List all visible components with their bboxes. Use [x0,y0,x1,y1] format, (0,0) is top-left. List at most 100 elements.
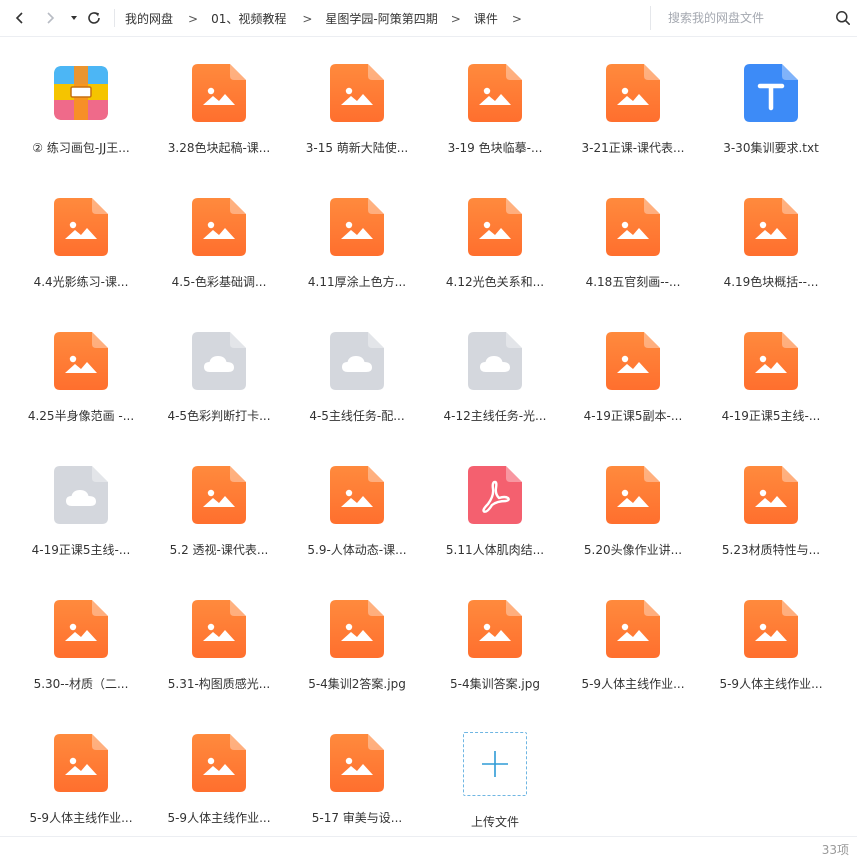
file-tile[interactable]: 5-9人体主线作业... [702,584,840,712]
file-tile[interactable]: 3-15 萌新大陆使... [288,48,426,176]
file-icon [54,734,108,792]
file-tile[interactable]: 5.20头像作业讲... [564,450,702,578]
upload-tile[interactable]: 上传文件 [426,718,564,846]
file-tile[interactable]: 5.9-人体动态-课... [288,450,426,578]
file-name: 5-17 审美与设... [311,811,403,825]
breadcrumb-courseware[interactable]: 课件 [474,10,498,27]
file-tile[interactable]: 4.25半身像范画 -... [12,316,150,444]
file-icon [330,734,384,792]
file-tile[interactable]: 5-17 审美与设... [288,718,426,846]
upload-button[interactable] [463,732,527,796]
status-bar: 33项 [0,836,857,861]
file-tile[interactable]: 3-30集训要求.txt [702,48,840,176]
file-icon [468,198,522,256]
image-icon [192,64,246,122]
file-tile[interactable]: 3.28色块起稿-课... [150,48,288,176]
file-name: 4-19正课5主线-... [721,409,821,423]
file-name: 4.5-色彩基础调... [171,275,267,289]
image-icon [744,198,798,256]
file-tile[interactable]: 4.4光影练习-课... [12,182,150,310]
file-tile[interactable]: 5.30--材质（二... [12,584,150,712]
file-tile[interactable]: 5.11人体肌肉结... [426,450,564,578]
file-name: 4.11厚涂上色方... [307,275,407,289]
image-icon [744,466,798,524]
file-tile[interactable]: 4.18五官刻画--... [564,182,702,310]
file-tile[interactable]: 5-9人体主线作业... [12,718,150,846]
forward-button[interactable] [39,7,61,29]
file-tile[interactable]: 4-12主线任务-光... [426,316,564,444]
file-tile[interactable]: 4-5主线任务-配... [288,316,426,444]
file-name: 3-15 萌新大陆使... [305,141,409,155]
breadcrumb-my-drive[interactable]: 我的网盘 [125,10,173,27]
file-tile[interactable]: 5.31-构图质感光... [150,584,288,712]
file-tile[interactable]: 5-4集训答案.jpg [426,584,564,712]
image-icon [744,600,798,658]
file-tile[interactable]: 5.23材质特性与... [702,450,840,578]
breadcrumb-video-tutorials[interactable]: 01、视频教程 [211,10,286,27]
file-icon [468,64,522,122]
file-icon [192,198,246,256]
file-icon [330,466,384,524]
caret-down-icon [71,16,77,20]
file-name: 4.12光色关系和... [445,275,545,289]
file-icon [330,64,384,122]
file-tile[interactable]: 4.19色块概括--... [702,182,840,310]
file-icon [54,64,108,122]
plus-icon [482,751,508,777]
image-icon [468,64,522,122]
file-name: 5-9人体主线作业... [719,677,823,691]
file-icon [744,332,798,390]
file-tile[interactable]: 5.2 透视-课代表... [150,450,288,578]
pdf-icon [468,466,522,524]
file-name: 4.18五官刻画--... [585,275,681,289]
image-icon [468,600,522,658]
file-name: 4-19正课5副本-... [583,409,683,423]
image-icon [606,332,660,390]
file-icon [54,332,108,390]
file-tile[interactable]: ② 练习画包-JJ王... [12,48,150,176]
file-name: 3-19 色块临摹-... [447,141,543,155]
file-icon [54,600,108,658]
file-name: 4-5主线任务-配... [309,409,405,423]
back-button[interactable] [9,7,31,29]
file-tile[interactable]: 4-19正课5副本-... [564,316,702,444]
file-tile[interactable]: 5-9人体主线作业... [150,718,288,846]
image-icon [54,600,108,658]
search-input[interactable] [668,11,828,25]
file-icon [192,600,246,658]
file-icon [468,466,522,524]
search-icon[interactable] [835,10,851,26]
file-tile[interactable]: 5-9人体主线作业... [564,584,702,712]
file-name: 5-4集训答案.jpg [450,677,540,691]
file-icon [192,64,246,122]
file-tile[interactable]: 4-19正课5主线-... [12,450,150,578]
breadcrumb-separator: > [450,11,461,26]
item-count: 33项 [821,842,849,857]
image-icon [330,734,384,792]
image-icon [192,600,246,658]
history-dropdown-button[interactable] [63,7,85,29]
file-name: 5.20头像作业讲... [583,543,683,557]
file-name: 3-21正课-课代表... [581,141,685,155]
image-icon [606,198,660,256]
upload-label: 上传文件 [470,815,519,829]
file-tile[interactable]: 4-5色彩判断打卡... [150,316,288,444]
breadcrumb-course-folder[interactable]: 星图学园-阿策第四期 [325,10,437,27]
image-icon [192,466,246,524]
toolbar: 我的网盘 > 01、视频教程 > 星图学园-阿策第四期 > 课件 > [0,0,857,37]
file-icon [330,198,384,256]
refresh-button[interactable] [83,7,105,29]
file-tile[interactable]: 4.12光色关系和... [426,182,564,310]
file-tile[interactable]: 3-19 色块临摹-... [426,48,564,176]
file-tile[interactable]: 4.11厚涂上色方... [288,182,426,310]
file-tile[interactable]: 4.5-色彩基础调... [150,182,288,310]
file-icon [192,734,246,792]
file-name: 5.2 透视-课代表... [169,543,269,557]
chevron-left-icon [15,12,23,24]
file-tile[interactable]: 5-4集训2答案.jpg [288,584,426,712]
file-icon [330,332,384,390]
file-name: 3-30集训要求.txt [723,141,819,155]
search-bar [650,6,857,30]
file-tile[interactable]: 4-19正课5主线-... [702,316,840,444]
file-tile[interactable]: 3-21正课-课代表... [564,48,702,176]
